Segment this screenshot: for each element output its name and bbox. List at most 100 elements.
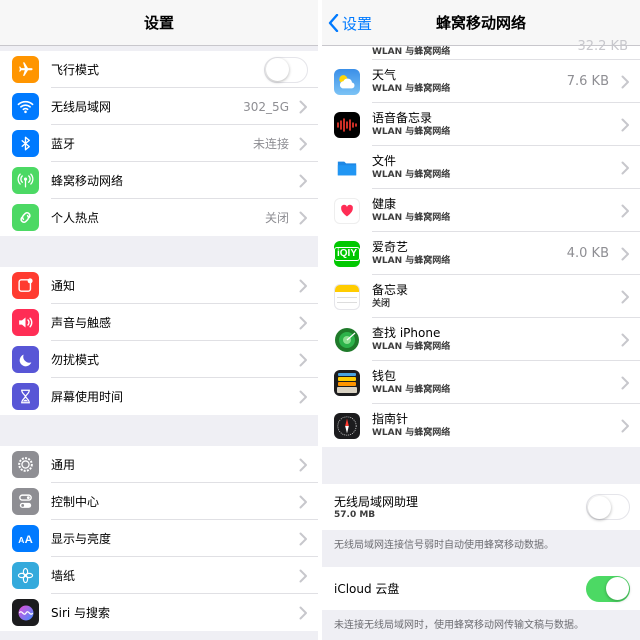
list-item[interactable]: iQIY 爱奇艺 WLAN 与蜂窝网络 4.0 KB — [322, 232, 640, 275]
settings-row-sound[interactable]: 声音与触感 — [0, 304, 318, 341]
list-item[interactable]: 健康 WLAN 与蜂窝网络 — [322, 189, 640, 232]
app-name: 健康 — [372, 197, 397, 211]
compass-icon — [334, 412, 360, 439]
chevron-right-icon — [621, 290, 629, 303]
sound-icon — [12, 309, 39, 336]
settings-row-label: 声音与触感 — [51, 316, 112, 330]
toggle-knob — [588, 495, 611, 519]
find-iphone-icon — [334, 326, 360, 353]
weather-icon — [334, 68, 360, 95]
chevron-right-icon — [299, 100, 307, 113]
chevron-right-icon — [299, 211, 307, 224]
gear-icon — [12, 451, 39, 478]
app-network-mode: WLAN 与蜂窝网络 — [372, 127, 451, 137]
health-icon — [334, 197, 360, 224]
chevron-right-icon — [621, 376, 629, 389]
iqiyi-icon: iQIY — [334, 240, 360, 267]
settings-row-label: Siri 与搜索 — [51, 606, 111, 620]
settings-row-airplane[interactable]: 飞行模式 — [0, 51, 318, 88]
app-text: 钱包 WLAN 与蜂窝网络 — [372, 369, 621, 396]
chevron-right-icon — [621, 75, 629, 88]
toggle-knob — [605, 577, 629, 600]
svg-text:A: A — [18, 535, 24, 545]
settings-row-bluetooth[interactable]: 蓝牙 未连接 — [0, 125, 318, 162]
display-icon: AA — [12, 525, 39, 552]
chevron-right-icon — [299, 316, 307, 329]
cellular-pane: 设置 蜂窝移动网络 WLAN 与蜂窝网络 32.2 KB 天气 WLAN 与蜂窝网… — [322, 0, 640, 640]
chevron-right-icon — [299, 353, 307, 366]
settings-row-label: 墙纸 — [51, 569, 76, 583]
cellular-icon — [12, 167, 39, 194]
settings-row-display[interactable]: A A 显示与亮度 — [0, 520, 318, 557]
settings-row-notifications[interactable]: 通知 — [0, 267, 318, 304]
settings-row-siri[interactable]: Siri 与搜索 — [0, 594, 318, 631]
settings-row-gear[interactable]: 通用 — [0, 446, 318, 483]
wifi-assist-footer: 无线局域网连接信号弱时自动使用蜂窝移动数据。 — [334, 540, 554, 551]
settings-row-wifi[interactable]: 无线局域网 302_5G — [0, 88, 318, 125]
moon-icon — [12, 346, 39, 373]
settings-navbar: 设置 — [0, 0, 318, 46]
icloud-toggle[interactable] — [586, 575, 630, 602]
wifi-icon — [12, 93, 39, 120]
settings-row-label: 勿扰模式 — [51, 353, 100, 367]
list-item[interactable]: 指南针 WLAN 与蜂窝网络 — [322, 404, 640, 447]
chevron-right-icon — [299, 458, 307, 471]
wallet-icon — [334, 369, 360, 396]
app-text: 健康 WLAN 与蜂窝网络 — [372, 197, 621, 224]
svg-text:A: A — [24, 534, 32, 546]
app-network-mode: WLAN 与蜂窝网络 — [372, 428, 451, 438]
list-item[interactable]: 查找 iPhone WLAN 与蜂窝网络 — [322, 318, 640, 361]
chevron-right-icon — [299, 137, 307, 150]
page-title: 设置 — [143, 14, 174, 32]
back-label: 设置 — [342, 14, 373, 33]
settings-row-label: 屏幕使用时间 — [51, 390, 124, 404]
airplane-mode-toggle[interactable] — [264, 56, 308, 83]
settings-row-label: 个人热点 — [51, 211, 100, 225]
wifi-assist-toggle[interactable] — [586, 494, 630, 520]
list-item[interactable]: 钱包 WLAN 与蜂窝网络 — [322, 361, 640, 404]
chevron-right-icon — [299, 606, 307, 619]
settings-group-notifications: 通知声音与触感勿扰模式屏幕使用时间 — [0, 267, 318, 415]
settings-group-general: 通用 控制中心 A A 显示与亮度墙纸 Siri 与搜索 — [0, 446, 318, 631]
list-item[interactable]: 天气 WLAN 与蜂窝网络 7.6 KB — [322, 60, 640, 103]
app-list: 天气 WLAN 与蜂窝网络 7.6 KB 语音备忘录 WLAN 与蜂窝网络文件 WLAN … — [322, 60, 640, 447]
app-network-mode: 关闭 — [372, 299, 391, 309]
settings-row-hotspot[interactable]: 个人热点 关闭 — [0, 199, 318, 236]
chevron-right-icon — [621, 419, 629, 432]
settings-row-value: 未连接 — [252, 137, 289, 151]
files-icon — [334, 154, 360, 181]
app-text: 天气 WLAN 与蜂窝网络 — [372, 68, 567, 95]
settings-row-label: 显示与亮度 — [51, 532, 112, 546]
settings-row-moon[interactable]: 勿扰模式 — [0, 341, 318, 378]
settings-row-label: 飞行模式 — [51, 63, 100, 77]
list-item-partial[interactable]: WLAN 与蜂窝网络 32.2 KB — [322, 39, 640, 60]
chevron-right-icon — [299, 532, 307, 545]
list-item[interactable]: 文件 WLAN 与蜂窝网络 — [322, 146, 640, 189]
app-name: 文件 — [372, 154, 397, 168]
settings-row-value: 关闭 — [264, 211, 289, 225]
app-network-mode: WLAN 与蜂窝网络 — [372, 256, 451, 266]
app-text: 查找 iPhone WLAN 与蜂窝网络 — [372, 326, 621, 353]
settings-row-control-center[interactable]: 控制中心 — [0, 483, 318, 520]
app-name: 指南针 — [372, 412, 409, 426]
back-button[interactable]: 设置 — [328, 0, 372, 46]
settings-row-label: 蜂窝移动网络 — [51, 174, 124, 188]
settings-row-label: 无线局域网 — [51, 100, 112, 114]
settings-row-value: 302_5G — [243, 99, 289, 114]
wifi-assist-usage: 57.0 MB — [334, 510, 376, 520]
list-item[interactable]: 语音备忘录 WLAN 与蜂窝网络 — [322, 103, 640, 146]
app-text: 备忘录 关闭 — [372, 283, 621, 310]
list-item[interactable]: 备忘录 关闭 — [322, 275, 640, 318]
settings-row-cellular[interactable]: 蜂窝移动网络 — [0, 162, 318, 199]
app-network-mode: WLAN 与蜂窝网络 — [372, 170, 451, 180]
app-name: 钱包 — [372, 369, 397, 383]
app-name: 查找 iPhone — [372, 326, 441, 340]
screen: 设置 飞行模式 无线局域网 302_5G 蓝牙 未连接 蜂窝移动网络 个人热点 关闭 通知 声音… — [0, 0, 640, 640]
app-network-mode: WLAN 与蜂窝网络 — [372, 385, 451, 395]
chevron-right-icon — [299, 390, 307, 403]
app-text: 文件 WLAN 与蜂窝网络 — [372, 154, 621, 181]
chevron-right-icon — [621, 204, 629, 217]
app-name: 爱奇艺 — [372, 240, 409, 254]
settings-row-hourglass[interactable]: 屏幕使用时间 — [0, 378, 318, 415]
settings-row-wallpaper[interactable]: 墙纸 — [0, 557, 318, 594]
